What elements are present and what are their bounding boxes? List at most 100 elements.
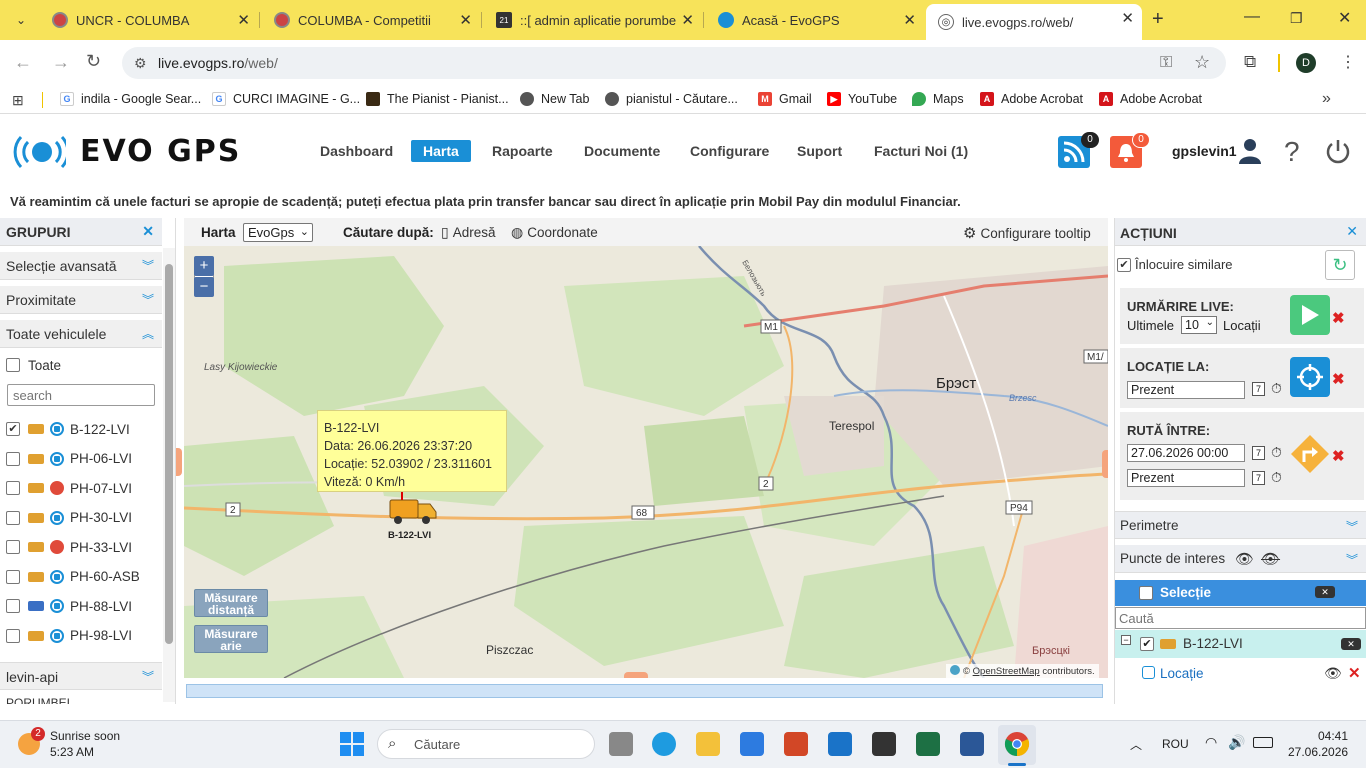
tab-columba-competitii[interactable]: COLUMBA - Competitii ✕ (262, 6, 480, 34)
truck-marker-icon[interactable] (388, 492, 438, 526)
power-logout-icon[interactable] (1324, 137, 1352, 165)
password-key-icon[interactable]: ⚿ (1160, 54, 1172, 72)
show-hidden-icons[interactable]: ︿ (1130, 736, 1142, 753)
weather-title[interactable]: Sunrise soon (50, 729, 120, 743)
poi-search-input[interactable] (1115, 607, 1366, 629)
user-account-icon[interactable] (1238, 137, 1262, 165)
vehicle-checkbox[interactable] (6, 540, 20, 554)
measure-area-button[interactable]: Măsurare arie (194, 625, 268, 653)
wifi-icon[interactable]: ◠ (1205, 734, 1217, 751)
zoom-out-button[interactable]: − (194, 277, 214, 297)
selection-checkbox[interactable] (1139, 586, 1153, 600)
dropbox-icon[interactable] (872, 732, 896, 756)
bookmark-item[interactable]: G CURCI IMAGINE - G... (212, 92, 360, 106)
edge-icon[interactable] (652, 732, 676, 756)
vehicle-checkbox[interactable] (6, 451, 20, 466)
nav-facturi-noi[interactable]: Facturi Noi (1) (874, 143, 968, 159)
battery-icon[interactable] (1253, 737, 1273, 748)
close-tab-icon[interactable]: ✕ (903, 11, 916, 29)
select-all-checkbox[interactable] (6, 358, 20, 372)
section-advanced-selection[interactable]: Selecție avansată ︾ (0, 252, 162, 280)
timer-icon[interactable]: ⏱ (1271, 469, 1282, 486)
remove-location-icon[interactable]: ✕ (1348, 664, 1361, 682)
tab-live-evogps[interactable]: ◎ live.evogps.ro/web/ ✕ (926, 4, 1142, 40)
extensions-icon[interactable]: ⧉ (1244, 52, 1256, 72)
vehicle-search-input[interactable] (7, 384, 155, 406)
measure-distance-button[interactable]: Măsurare distanță (194, 589, 268, 617)
calendar-icon[interactable]: 7 (1252, 471, 1265, 485)
group-levin-api[interactable]: levin-api ︾ (0, 662, 162, 690)
vehicle-row[interactable]: PH-07-LVI (6, 477, 162, 499)
bookmark-item[interactable]: A Adobe Acrobat (980, 92, 1083, 106)
nav-dashboard[interactable]: Dashboard (320, 143, 393, 159)
route-to-input[interactable]: Prezent (1127, 469, 1245, 487)
bookmark-item[interactable]: A Adobe Acrobat (1099, 92, 1202, 106)
eye-off-icon[interactable]: 👁 (1261, 550, 1280, 568)
osm-link[interactable]: OpenStreetMap (973, 666, 1040, 677)
tab-uncr-columba[interactable]: UNCR - COLUMBA ✕ (40, 6, 258, 34)
vehicle-checkbox[interactable]: ✔ (6, 422, 20, 436)
browser-menu-icon[interactable]: ⋮ (1340, 52, 1356, 72)
vehicle-checkbox[interactable] (6, 599, 20, 613)
show-route-button[interactable] (1290, 434, 1330, 474)
vehicle-row[interactable]: PH-33-LVI (6, 536, 162, 558)
collapse-right-handle[interactable] (1102, 450, 1108, 478)
search-by-address[interactable]: ▯ Adresă (441, 224, 496, 241)
clock-time[interactable]: 04:41 (1318, 729, 1348, 743)
forward-icon[interactable]: → (52, 52, 70, 73)
poi-section[interactable]: Puncte de interes 👁 👁 ︾ (1115, 545, 1366, 573)
new-tab-button[interactable]: + (1152, 8, 1164, 31)
profile-avatar[interactable]: D (1296, 53, 1316, 73)
vehicle-row[interactable]: PH-06-LVI (6, 448, 162, 470)
help-icon[interactable]: ? (1284, 136, 1300, 168)
bookmark-item[interactable]: M Gmail (758, 92, 812, 106)
address-bar[interactable] (122, 47, 1226, 79)
collapse-tree-icon[interactable]: − (1121, 635, 1131, 645)
left-scrollbar[interactable] (163, 248, 175, 702)
bookmark-item[interactable]: ▶ YouTube (827, 92, 897, 106)
perimeters-section[interactable]: Perimetre ︾ (1115, 511, 1366, 539)
nav-harta[interactable]: Harta (411, 140, 471, 162)
configure-tooltip-button[interactable]: ⚙ Configurare tooltip (963, 224, 1091, 242)
taskbar-search[interactable]: ⌕ Căutare (377, 729, 595, 759)
map-provider-select[interactable]: EvoGps ⌄ (243, 223, 313, 242)
group-porumbei[interactable]: PORUMBEI (6, 696, 156, 704)
file-explorer-icon[interactable] (696, 732, 720, 756)
tab-admin-aplicatie[interactable]: 21 ::[ admin aplicatie porumbe ✕ (484, 6, 702, 34)
live-count-select[interactable]: 10 ⌄ (1181, 316, 1217, 334)
minimize-button[interactable]: — (1244, 8, 1260, 26)
clear-location-icon[interactable]: ✖ (1332, 370, 1345, 388)
vehicle-checkbox[interactable] (6, 569, 20, 584)
word-icon[interactable] (960, 732, 984, 756)
close-tab-icon[interactable]: ✕ (237, 11, 250, 29)
close-tab-icon[interactable]: ✕ (681, 11, 694, 29)
search-by-coordinates[interactable]: ◍ Coordonate (511, 224, 598, 241)
vehicle-row[interactable]: ✔ B-122-LVI (6, 418, 162, 440)
close-panel-icon[interactable]: ✕ (142, 223, 154, 240)
nav-suport[interactable]: Suport (797, 143, 842, 159)
eye-icon[interactable]: 👁 (1324, 665, 1342, 682)
select-all-row[interactable]: Toate (6, 354, 162, 376)
close-window-button[interactable]: ✕ (1338, 8, 1351, 28)
replace-similar-checkbox[interactable]: ✔ (1117, 257, 1131, 272)
tab-search-icon[interactable]: ⌄ (12, 11, 30, 29)
clear-live-icon[interactable]: ✖ (1332, 309, 1345, 327)
bookmark-item[interactable]: The Pianist - Pianist... (366, 92, 509, 106)
location-at-input[interactable]: Prezent (1127, 381, 1245, 399)
chrome-icon[interactable] (1004, 731, 1030, 757)
reload-icon[interactable]: ↻ (86, 51, 101, 72)
bookmark-item[interactable]: Gindila - Google Sear... (60, 92, 201, 106)
vehicle-row[interactable]: PH-88-LVI (6, 595, 162, 617)
mail-icon[interactable] (828, 732, 852, 756)
bookmark-item[interactable]: Maps (912, 92, 964, 106)
collapse-left-handle[interactable] (176, 448, 182, 476)
zoom-in-button[interactable]: + (194, 256, 214, 276)
timer-icon[interactable]: ⏱ (1271, 380, 1282, 397)
eye-icon[interactable]: 👁 (1235, 550, 1254, 568)
apps-grid-icon[interactable]: ⊞ (12, 92, 24, 109)
bookmark-item[interactable]: New Tab (520, 92, 589, 106)
site-info-icon[interactable]: ⚙ (134, 55, 147, 72)
vehicle-checkbox[interactable]: ✔ (1140, 637, 1154, 651)
calendar-icon[interactable]: 7 (1252, 382, 1265, 396)
remove-vehicle-icon[interactable]: ✕ (1341, 638, 1361, 650)
